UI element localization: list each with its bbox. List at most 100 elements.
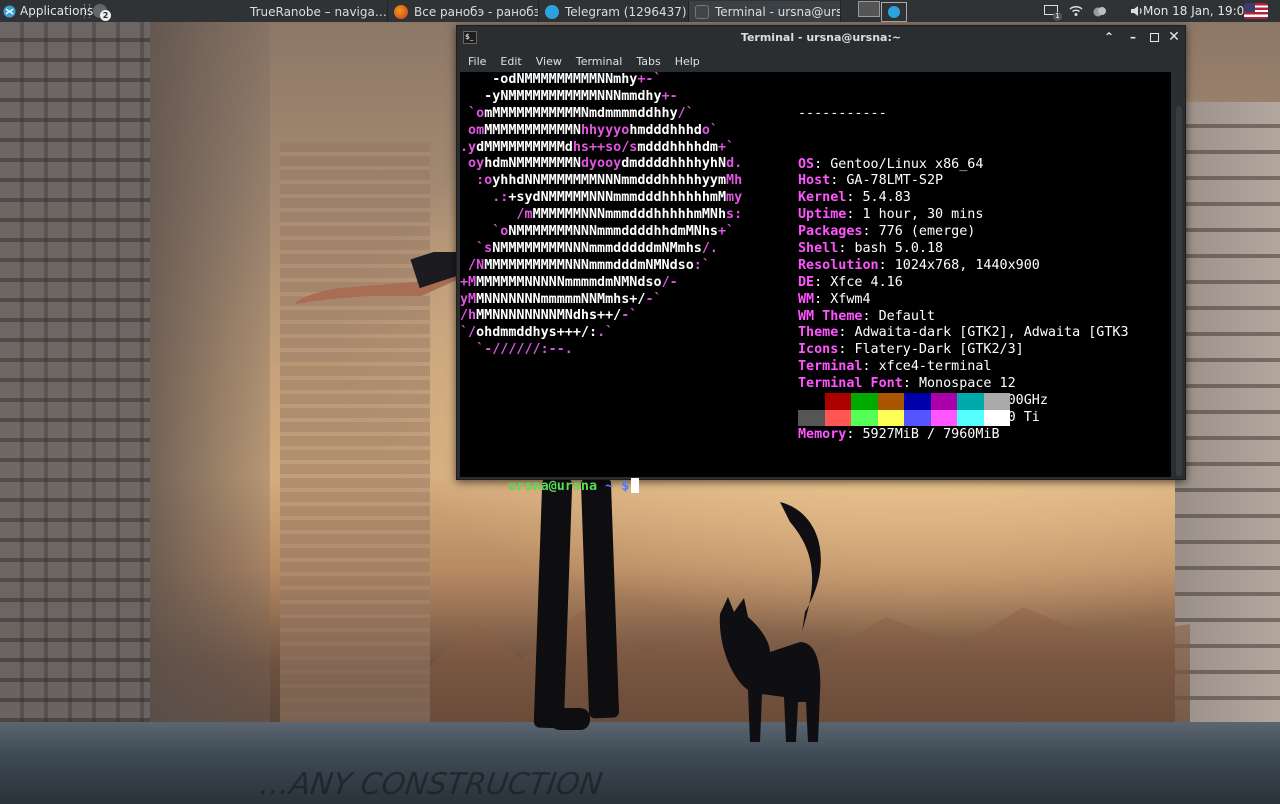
logo-line: :oyhhdNNMMMMMMMNNNmmdddhhhhhyymMh <box>460 173 742 190</box>
info-key: Resolution <box>798 257 879 273</box>
color-swatch <box>877 393 904 410</box>
logo-segment: :` <box>693 257 710 273</box>
info-row: Kernel: 5.4.83 <box>798 190 911 206</box>
menu-help[interactable]: Help <box>668 55 707 68</box>
logo-segment: MMMMMMMMMMMN <box>484 122 581 138</box>
wallpaper-tower <box>280 142 430 722</box>
task-terminal[interactable]: Terminal - ursna@urs… <box>689 1 841 22</box>
logo-line: omMMMMMMMMMMMNhhyyyohmdddhhhdo` <box>460 123 742 140</box>
menu-tabs[interactable]: Tabs <box>629 55 667 68</box>
color-swatch <box>824 409 851 426</box>
info-row: Icons: Flatery-Dark [GTK2/3] <box>798 342 1024 358</box>
shell-prompt[interactable]: ursna@ursna ~ $ <box>460 461 640 513</box>
menu-view[interactable]: View <box>529 55 569 68</box>
info-value: bash 5.0.18 <box>854 240 944 256</box>
workspace-indicator[interactable]: 2 <box>93 3 111 21</box>
volume-icon[interactable] <box>1130 4 1144 18</box>
applications-menu[interactable]: Applications <box>3 0 93 22</box>
logo-segment: -` <box>621 308 638 324</box>
logo-segment: MMMMMMMMMMNNNmmmdddmNMNdso <box>484 257 694 273</box>
clock[interactable]: Mon 18 Jan, 19:02 <box>1143 0 1252 22</box>
logo-segment: mMMMMMMMMMMMNmdmmmmddhhy <box>484 105 678 121</box>
color-swatch <box>957 393 984 410</box>
wallpaper-arm <box>296 252 461 304</box>
task-label: Все ранобэ - ранобэ… <box>414 4 539 19</box>
logo-segment: hhyyyo <box>580 122 630 138</box>
color-swatch <box>930 393 957 410</box>
color-swatch <box>930 409 957 426</box>
logo-segment: NMMMMMMMMNNNmmmdddddmNMmhs <box>492 240 702 256</box>
logo-segment: NMMMMMMMMMNNmhy <box>516 72 638 87</box>
terminal-screen[interactable]: -odNMMMMMMMMMNNmhy+-` -yNMMMMMMMMMMMNNNm… <box>460 72 1171 494</box>
menu-edit[interactable]: Edit <box>493 55 528 68</box>
terminal-window: $_ Terminal - ursna@ursna:~ ⌃ – ✕ File E… <box>456 25 1186 494</box>
info-row: Terminal: xfce4-terminal <box>798 359 992 375</box>
logo-segment: /` <box>677 105 694 121</box>
logo-segment: Mh <box>726 173 743 189</box>
menu-file[interactable]: File <box>461 55 493 68</box>
logo-segment: +sydNMMMMMNNNmmmdddhhhhhhmM <box>508 190 727 206</box>
terminal-scrollbar[interactable] <box>1176 106 1182 476</box>
info-key: WM Theme <box>798 308 863 324</box>
logo-segment: :o <box>460 173 493 189</box>
task-firefox[interactable]: Все ранобэ - ранобэ… <box>388 1 539 22</box>
logo-line: `sNMMMMMMMMNNNmmmdddddmNMmhs/. <box>460 241 742 258</box>
applications-label: Applications <box>20 4 94 18</box>
color-swatch <box>904 393 931 410</box>
color-palette <box>798 393 1010 426</box>
color-swatch <box>798 409 825 426</box>
info-key: Host <box>798 173 831 189</box>
close-button[interactable]: ✕ <box>1166 29 1182 45</box>
logo-segment: -y <box>460 88 501 104</box>
logo-segment: NMMMMMMMMMMMNNNmmdhy <box>500 88 662 104</box>
logo-segment: dmddddhhhhyhN <box>621 156 727 172</box>
info-separator: ----------- <box>798 105 887 121</box>
logo-segment: MMNNNNNNNNMNdhs++/ <box>476 308 622 324</box>
logo-segment: +` <box>717 224 735 240</box>
window-menu-chevron-up-icon[interactable]: ⌃ <box>1101 29 1117 45</box>
workspace-preview-2[interactable] <box>881 2 907 22</box>
logo-segment: .y <box>460 139 477 155</box>
logo-segment: /. <box>701 240 718 256</box>
info-value: Xfce 4.16 <box>830 274 903 290</box>
logo-line: /hMMNNNNNNNNMNdhs++/-` <box>460 308 742 325</box>
weather-icon[interactable] <box>1092 4 1108 18</box>
notification-icon[interactable]: 1 <box>1044 4 1062 21</box>
wallpaper-building-left-shadow <box>150 22 270 722</box>
menu-terminal[interactable]: Terminal <box>569 55 630 68</box>
keyboard-layout-flag-icon[interactable] <box>1244 3 1268 19</box>
info-value: Flatery-Dark [GTK2/3] <box>854 342 1024 358</box>
color-swatch <box>851 393 878 410</box>
task-telegram[interactable]: Telegram (1296437) <box>539 1 689 22</box>
terminal-titlebar[interactable]: $_ Terminal - ursna@ursna:~ ⌃ – ✕ <box>457 26 1185 50</box>
color-swatch <box>824 393 851 410</box>
maximize-button[interactable] <box>1146 29 1162 45</box>
logo-segment: +M <box>460 274 477 290</box>
info-row: Memory: 5927MiB / 7960MiB <box>798 426 1000 442</box>
workspace-preview-1[interactable] <box>858 1 880 17</box>
color-swatch <box>851 409 878 426</box>
terminal-menubar: File Edit View Terminal Tabs Help <box>457 50 1185 72</box>
logo-segment: yM <box>460 291 477 307</box>
notification-badge: 1 <box>1053 12 1062 21</box>
top-panel: Applications 2 TrueRanobe – naviga… Все … <box>0 0 1280 22</box>
panel-separator <box>84 4 90 18</box>
info-row: DE: Xfce 4.16 <box>798 274 903 290</box>
logo-segment: hdmNMMMMMMMN <box>484 156 581 172</box>
logo-line: oyhdmNMMMMMMMNdyooydmddddhhhhyhNd. <box>460 156 742 173</box>
wifi-icon[interactable] <box>1069 5 1083 17</box>
telegram-icon <box>545 4 559 19</box>
wallpaper-building-left <box>0 22 150 722</box>
logo-segment: hs++so/s <box>572 139 638 155</box>
minimize-button[interactable]: – <box>1125 29 1141 45</box>
logo-line: -yNMMMMMMMMMMMNNNmmdhy+- <box>460 89 742 106</box>
logo-segment: oy <box>460 156 485 172</box>
task-label: Telegram (1296437) <box>565 4 687 19</box>
info-key: Packages <box>798 224 863 240</box>
info-row: Terminal Font: Monospace 12 <box>798 376 1016 392</box>
logo-segment: MNNNNNNNmmmmmNNMmhs+/ <box>476 291 646 307</box>
info-row: Uptime: 1 hour, 30 mins <box>798 207 984 223</box>
info-value: Gentoo/Linux x86_64 <box>830 156 984 172</box>
task-trueranobe[interactable]: TrueRanobe – naviga… <box>238 1 388 22</box>
info-value: Adwaita-dark [GTK2], Adwaita [GTK3 <box>854 325 1129 341</box>
